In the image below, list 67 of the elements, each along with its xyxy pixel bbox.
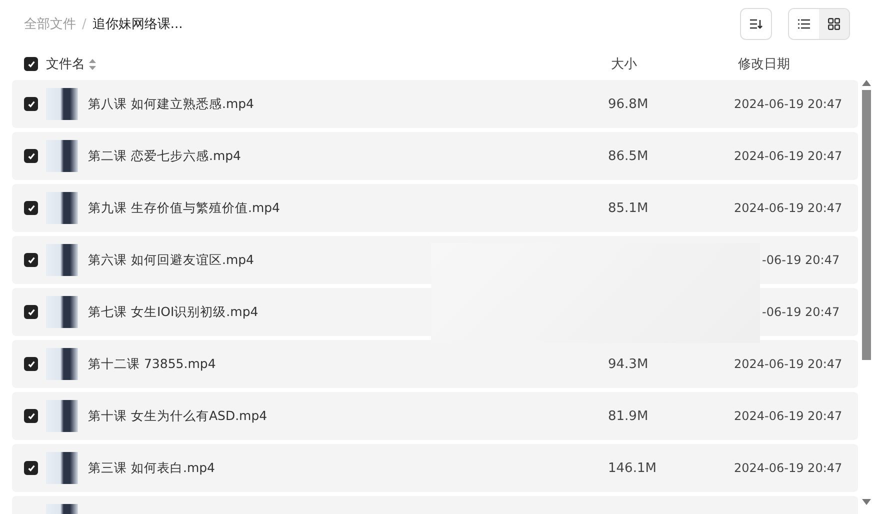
checkmark-icon <box>26 464 36 472</box>
scroll-up-icon <box>862 80 870 86</box>
video-thumbnail-placeholder <box>46 244 78 276</box>
file-row[interactable]: 第十课 女生为什么有ASD.mp4 81.9M 2024-06-19 20:47 <box>12 392 858 440</box>
breadcrumb-separator: / <box>82 16 86 32</box>
checkmark-icon <box>26 256 36 264</box>
file-row[interactable]: 第十二课 73855.mp4 94.3M 2024-06-19 20:47 <box>12 340 858 388</box>
video-thumbnail-placeholder <box>46 400 78 432</box>
file-size: 86.5M <box>608 148 648 164</box>
row-checkbox[interactable] <box>24 201 38 215</box>
sort-icon <box>749 18 763 30</box>
checkmark-icon <box>26 204 36 212</box>
file-size: 96.8M <box>608 96 648 112</box>
file-name: 第十二课 73855.mp4 <box>88 356 216 372</box>
file-name: 第八课 如何建立熟悉感.mp4 <box>88 96 254 112</box>
video-thumbnail-placeholder <box>46 140 78 172</box>
checkmark-icon <box>26 100 36 108</box>
row-checkbox[interactable] <box>24 357 38 371</box>
file-size: 85.1M <box>608 200 648 216</box>
row-checkbox[interactable] <box>24 97 38 111</box>
modified-date: 2024-06-19 20:47 <box>734 461 842 475</box>
scroll-down-icon[interactable] <box>862 499 871 505</box>
modified-date: 2024-06-19 20:47 <box>734 149 842 163</box>
sort-arrows-icon <box>89 58 96 70</box>
modified-date: -06-19 20:47 <box>762 253 840 267</box>
file-name: 第二课 恋爱七步六感.mp4 <box>88 148 242 164</box>
file-name: 第九课 生存价值与繁殖价值.mp4 <box>88 200 280 216</box>
modified-date: 2024-06-19 20:47 <box>734 97 842 111</box>
checkmark-icon <box>26 360 36 368</box>
video-thumbnail-placeholder <box>46 348 78 380</box>
checkmark-icon <box>26 412 36 420</box>
video-thumbnail-placeholder <box>46 296 78 328</box>
file-row[interactable]: 第三课 如何表白.mp4 146.1M 2024-06-19 20:47 <box>12 444 858 492</box>
file-name: 第七课 女生IOI识别初级.mp4 <box>88 304 258 320</box>
file-size: 94.3M <box>608 356 648 372</box>
grid-view-button[interactable] <box>819 9 849 39</box>
video-thumbnail-placeholder <box>46 192 78 224</box>
video-thumbnail-placeholder <box>46 88 78 120</box>
column-header: 大小 <box>611 56 637 73</box>
file-row[interactable]: 第九课 生存价值与繁殖价值.mp4 85.1M 2024-06-19 20:47 <box>12 184 858 232</box>
breadcrumb-item: 追你妹网络课... <box>92 16 183 33</box>
file-row[interactable]: 第八课 如何建立熟悉感.mp4 96.8M 2024-06-19 20:47 <box>12 80 858 128</box>
modified-date: 2024-06-19 20:47 <box>734 409 842 423</box>
modified-date: 2024-06-19 20:47 <box>734 201 842 215</box>
file-row[interactable]: 第二课 恋爱七步六感.mp4 86.5M 2024-06-19 20:47 <box>12 132 858 180</box>
file-name: 第六课 如何回避友谊区.mp4 <box>88 252 254 268</box>
file-name: 第十课 女生为什么有ASD.mp4 <box>88 408 268 424</box>
row-checkbox[interactable] <box>24 409 38 423</box>
file-name: 第三课 如何表白.mp4 <box>88 460 216 476</box>
modified-date: 2024-06-19 20:47 <box>734 357 842 371</box>
column-header: 修改日期 <box>738 56 790 73</box>
file-size: 146.1M <box>608 460 656 476</box>
checkmark-icon <box>26 60 36 68</box>
video-thumbnail-placeholder <box>46 452 78 484</box>
sort-button[interactable] <box>740 8 772 40</box>
row-checkbox[interactable] <box>24 149 38 163</box>
row-checkbox[interactable] <box>24 305 38 319</box>
modified-date: -06-19 20:47 <box>762 305 840 319</box>
row-checkbox[interactable] <box>24 461 38 475</box>
column-header[interactable]: 文件名 <box>46 55 85 73</box>
row-checkbox[interactable] <box>24 253 38 267</box>
checkmark-icon <box>26 152 36 160</box>
list-icon <box>798 19 810 29</box>
grid-icon <box>828 18 840 30</box>
select-all-checkbox[interactable] <box>24 57 38 71</box>
file-size: 81.9M <box>608 408 648 424</box>
checkmark-icon <box>26 308 36 316</box>
